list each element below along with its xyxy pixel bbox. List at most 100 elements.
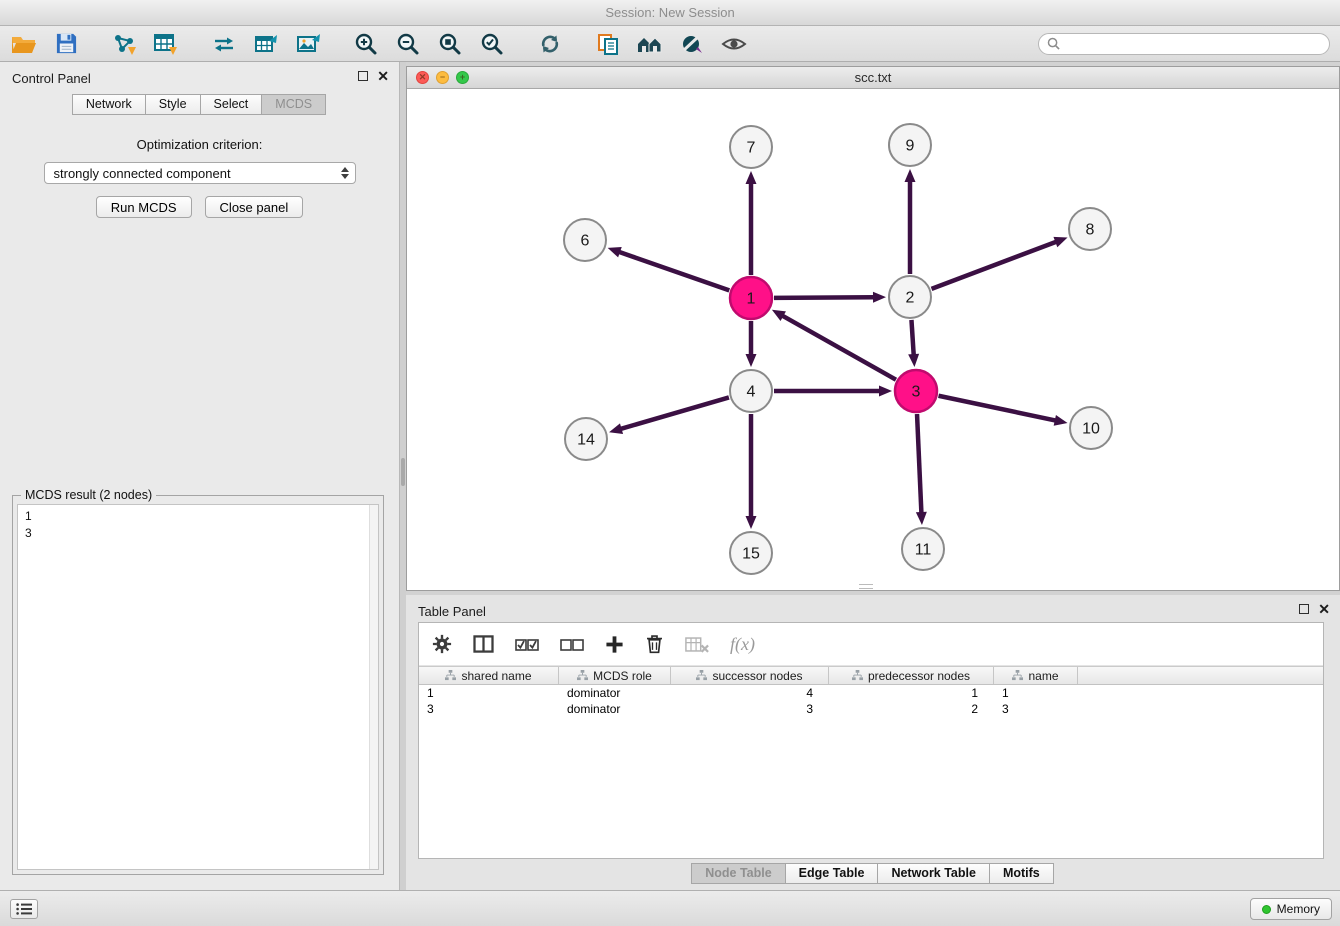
table-cell[interactable]: 1 (829, 685, 994, 701)
divider-scroll-thumb[interactable] (401, 458, 405, 486)
table-cell[interactable]: 3 (671, 701, 829, 717)
save-session-button[interactable] (52, 30, 80, 58)
close-window-button[interactable]: ✕ (416, 71, 429, 84)
mcds-panel: Optimization criterion: strongly connect… (0, 137, 399, 218)
open-folder-icon (11, 33, 37, 55)
panel-menu-button[interactable] (10, 899, 38, 919)
search-input[interactable] (1065, 36, 1321, 51)
toggle-column-display-button[interactable] (473, 635, 494, 653)
open-session-button[interactable] (10, 30, 38, 58)
column-header-successor-nodes[interactable]: successor nodes (671, 667, 829, 684)
column-header-predecessor-nodes[interactable]: predecessor nodes (829, 667, 994, 684)
deselect-all-button[interactable] (560, 637, 584, 652)
memory-button[interactable]: Memory (1250, 898, 1332, 920)
zoom-in-icon (354, 32, 378, 56)
add-row-button[interactable] (605, 635, 624, 654)
graph-edge-4-14[interactable] (621, 397, 729, 429)
column-sort-icon (696, 670, 707, 681)
tab-mcds[interactable]: MCDS (261, 94, 326, 115)
float-panel-icon[interactable] (358, 71, 368, 81)
zoom-selected-icon (480, 32, 504, 56)
graph-edge-2-8[interactable] (932, 242, 1057, 289)
graph-edge-1-6[interactable] (619, 252, 729, 291)
graph-edge-3-1[interactable] (782, 316, 896, 380)
home-icon (636, 33, 664, 55)
table-cell[interactable]: 2 (829, 701, 994, 717)
column-header-mcds-role[interactable]: MCDS role (559, 667, 671, 684)
table-row[interactable]: 3dominator323 (419, 701, 1323, 717)
minimize-window-button[interactable]: − (436, 71, 449, 84)
close-panel-button[interactable]: Close panel (205, 196, 304, 218)
export-table-button[interactable] (252, 30, 280, 58)
network-window: ✕ − + scc.txt 1234678910111415 (406, 66, 1340, 591)
close-table-panel-icon[interactable]: ✕ (1318, 603, 1330, 615)
graph-edge-arrow-icon (879, 386, 892, 397)
table-cell[interactable]: 3 (419, 701, 559, 717)
zoom-out-button[interactable] (394, 30, 422, 58)
main-toolbar (0, 26, 1340, 62)
table-cell[interactable]: 1 (994, 685, 1078, 701)
column-header-name[interactable]: name (994, 667, 1078, 684)
resize-grip-icon[interactable] (859, 584, 873, 589)
table-row[interactable]: 1dominator411 (419, 685, 1323, 701)
search-icon (1047, 37, 1060, 50)
show-hide-button[interactable] (720, 30, 748, 58)
mcds-result-item[interactable]: 1 (25, 508, 378, 525)
network-arrows-button[interactable] (210, 30, 238, 58)
run-mcds-button[interactable]: Run MCDS (96, 196, 192, 218)
visual-properties-button[interactable] (678, 30, 706, 58)
home-layout-button[interactable] (636, 30, 664, 58)
table-cell[interactable]: dominator (559, 685, 671, 701)
window-title: Session: New Session (605, 5, 734, 20)
zoom-fit-button[interactable] (436, 30, 464, 58)
result-scrollbar[interactable] (369, 505, 378, 869)
close-panel-icon[interactable]: ✕ (377, 70, 389, 82)
export-image-button[interactable] (294, 30, 322, 58)
select-all-button[interactable] (515, 637, 539, 652)
delete-rows-button[interactable] (645, 634, 664, 654)
table-header-row: shared nameMCDS rolesuccessor nodes prede… (419, 666, 1323, 685)
copy-annotation-button[interactable] (594, 30, 622, 58)
tab-motifs[interactable]: Motifs (989, 863, 1054, 884)
mcds-result-list[interactable]: 13 (17, 504, 379, 870)
tab-edge-table[interactable]: Edge Table (785, 863, 879, 884)
columns-icon (473, 635, 494, 653)
table-panel-header: Table Panel ✕ (406, 595, 1340, 622)
tab-node-table[interactable]: Node Table (691, 863, 785, 884)
optimization-criterion-select[interactable]: strongly connected component (44, 162, 356, 184)
graph-edge-2-3[interactable] (911, 320, 913, 355)
import-table-button[interactable] (152, 30, 180, 58)
function-builder-button[interactable]: f(x) (730, 634, 755, 655)
graph-node-label: 11 (915, 542, 932, 559)
table-settings-button[interactable] (432, 634, 452, 654)
network-window-titlebar[interactable]: ✕ − + scc.txt (407, 67, 1339, 89)
maximize-window-button[interactable]: + (456, 71, 469, 84)
refresh-view-button[interactable] (536, 30, 564, 58)
tab-network[interactable]: Network (72, 94, 146, 115)
network-canvas[interactable]: 1234678910111415 (407, 89, 1339, 590)
graph-edge-3-11[interactable] (917, 414, 921, 513)
column-header-label: predecessor nodes (868, 669, 970, 683)
delete-columns-button[interactable] (685, 636, 709, 653)
float-table-panel-icon[interactable] (1299, 604, 1309, 614)
search-field[interactable] (1038, 33, 1330, 55)
graph-edge-3-10[interactable] (939, 396, 1056, 421)
table-cell[interactable]: 4 (671, 685, 829, 701)
zoom-in-button[interactable] (352, 30, 380, 58)
table-cell[interactable]: 1 (419, 685, 559, 701)
zoom-selected-button[interactable] (478, 30, 506, 58)
table-cell[interactable]: 3 (994, 701, 1078, 717)
export-table-icon (254, 32, 279, 55)
graph-node-label: 8 (1086, 222, 1095, 239)
column-header-shared-name[interactable]: shared name (419, 667, 559, 684)
table-cell[interactable]: dominator (559, 701, 671, 717)
zoom-out-icon (396, 32, 420, 56)
tab-style[interactable]: Style (145, 94, 201, 115)
mcds-result-item[interactable]: 3 (25, 525, 378, 542)
import-network-button[interactable] (110, 30, 138, 58)
graph-edge-1-2[interactable] (774, 297, 874, 298)
graph-node-label: 14 (577, 432, 595, 449)
tab-select[interactable]: Select (200, 94, 263, 115)
tab-network-table[interactable]: Network Table (877, 863, 990, 884)
table-panel-tabs: Node TableEdge TableNetwork TableMotifs (406, 863, 1340, 884)
